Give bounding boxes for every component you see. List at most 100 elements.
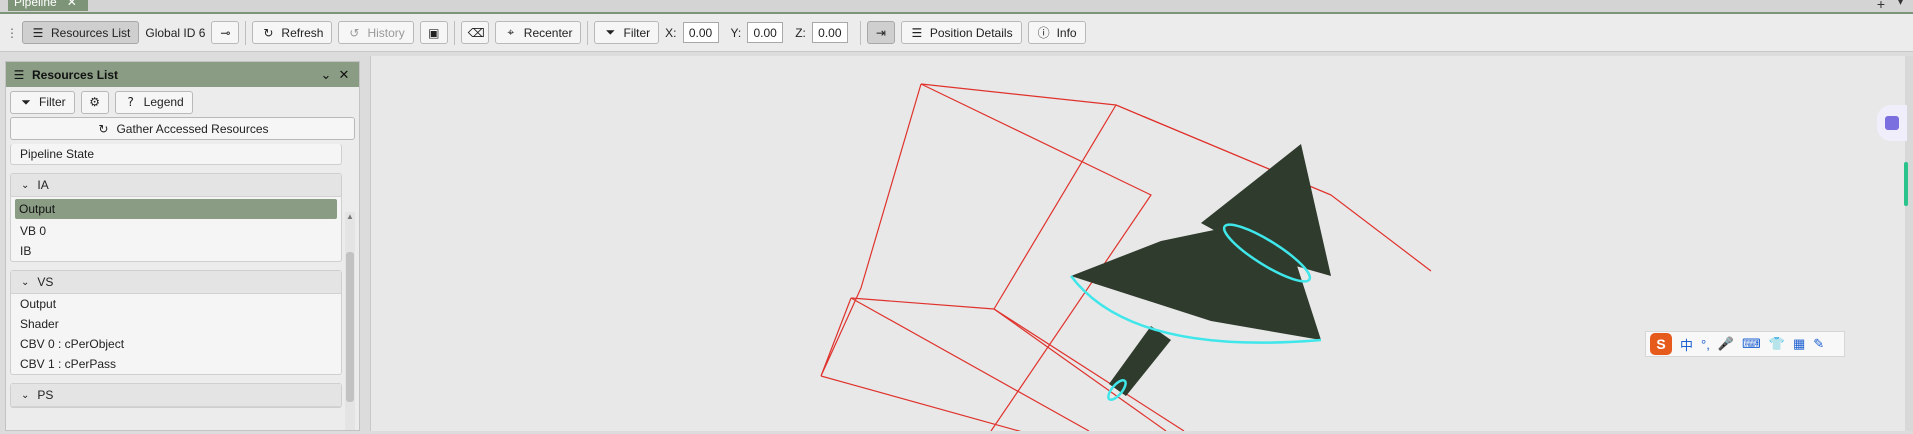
recenter-button[interactable]: ⌖ Recenter: [494, 21, 582, 44]
recenter-icon: ⌖: [507, 25, 515, 39]
assistant-icon: [1885, 116, 1899, 130]
export-icon: ⇥: [875, 25, 886, 40]
pin-button[interactable]: ⊸: [211, 21, 240, 44]
list-item[interactable]: CBV 1 : cPerPass: [11, 354, 341, 374]
recenter-label: Recenter: [523, 25, 573, 40]
side-assistant-widget[interactable]: [1877, 105, 1907, 141]
filter-icon: ⏷: [21, 94, 31, 109]
filter-label: Filter: [623, 25, 651, 40]
history-label: History: [367, 25, 405, 40]
ime-punct-icon[interactable]: °,: [1701, 337, 1710, 352]
export-button[interactable]: ⇥: [866, 21, 895, 44]
resources-list-panel: ☰ Resources List ⌄ ✕ ⏷ Filter ⚙ ? Legend…: [5, 61, 360, 431]
refresh-button[interactable]: ↻ Refresh: [252, 21, 333, 44]
chevron-down-icon: ⌄: [21, 389, 30, 401]
microphone-icon[interactable]: 🎤: [1718, 336, 1734, 352]
panel-title: Resources List: [32, 67, 119, 82]
pin-icon: ⊸: [220, 25, 231, 40]
apps-icon[interactable]: ▦: [1793, 336, 1805, 352]
group-ps: ⌄ PS: [10, 383, 342, 408]
position-details-button[interactable]: ☰ Position Details: [900, 21, 1022, 44]
ime-logo-icon[interactable]: S: [1650, 333, 1672, 355]
info-label: Info: [1056, 25, 1077, 40]
scroll-up-icon[interactable]: ▲: [345, 212, 355, 221]
cone-tree-mesh: [1070, 144, 1331, 401]
panel-tools: ⏷ Filter ⚙ ? Legend: [6, 87, 359, 117]
group-header-ps[interactable]: ⌄ PS: [11, 384, 341, 407]
gather-icon: ↻: [98, 121, 109, 136]
list-icon: ☰: [13, 67, 25, 82]
group-vs: ⌄ VS Output Shader CBV 0 : cPerObject CB…: [10, 270, 342, 375]
tool-icon[interactable]: ✎: [1813, 336, 1824, 352]
tab-strip: Pipeline ✕ + ▾: [0, 0, 1913, 14]
list-item[interactable]: Pipeline State: [11, 144, 341, 164]
separator: [587, 20, 589, 45]
tab-menu-icon[interactable]: ▾: [1898, 0, 1903, 8]
group-title: PS: [37, 388, 54, 402]
group-title: IA: [37, 178, 49, 192]
filter-icon: ⏷: [605, 25, 616, 39]
keyboard-icon[interactable]: ⌨: [1742, 336, 1761, 352]
toolbar-grip-icon[interactable]: ⋮: [6, 26, 18, 40]
pipeline-state-group: Pipeline State: [10, 144, 342, 165]
details-icon: ☰: [911, 25, 923, 40]
resources-list-label: Resources List: [51, 25, 131, 40]
refresh-label: Refresh: [281, 25, 324, 40]
tab-title: Pipeline: [14, 0, 57, 9]
close-icon[interactable]: ✕: [67, 0, 77, 9]
group-title: VS: [37, 275, 54, 289]
y-field[interactable]: 0.00: [747, 22, 784, 43]
scroll-indicator: [1904, 162, 1908, 206]
trunk: [1109, 326, 1171, 396]
group-header-ia[interactable]: ⌄ IA: [11, 174, 341, 197]
position-details-label: Position Details: [929, 25, 1013, 40]
chevron-down-icon[interactable]: ⌄: [317, 67, 335, 83]
group-header-vs[interactable]: ⌄ VS: [11, 271, 341, 294]
z-label: Z:: [795, 25, 806, 40]
gather-resources-button[interactable]: ↻ Gather Accessed Resources: [10, 117, 355, 140]
close-icon[interactable]: ✕: [335, 67, 353, 83]
panel-scrollbar[interactable]: ▲: [345, 212, 355, 430]
list-item[interactable]: CBV 0 : cPerObject: [11, 334, 341, 354]
global-id-label: Global ID 6: [145, 25, 206, 40]
gather-label: Gather Accessed Resources: [116, 121, 269, 136]
eraser-icon: ⌫: [467, 25, 485, 40]
add-tab-icon[interactable]: +: [1877, 0, 1885, 12]
resources-list-button[interactable]: ☰ Resources List: [22, 21, 140, 44]
eraser-button[interactable]: ⌫: [460, 21, 489, 44]
ime-language-icon[interactable]: 中: [1680, 335, 1693, 354]
mesh-viewport[interactable]: [370, 56, 1909, 434]
legend-label: Legend: [143, 95, 184, 109]
skin-icon[interactable]: 👕: [1769, 336, 1785, 352]
list-item[interactable]: Shader: [11, 314, 341, 334]
panel-filter-label: Filter: [39, 95, 66, 109]
panel-header: ☰ Resources List ⌄ ✕: [6, 62, 359, 87]
legend-button[interactable]: ? Legend: [114, 90, 193, 114]
z-field[interactable]: 0.00: [811, 22, 848, 43]
list-item[interactable]: IB: [11, 241, 341, 261]
chevron-down-icon: ⌄: [21, 179, 30, 191]
scrollbar-thumb[interactable]: [346, 252, 354, 402]
separator: [453, 20, 455, 45]
refresh-icon: ↻: [263, 25, 274, 40]
info-button[interactable]: ⓘ Info: [1027, 21, 1086, 44]
list-item[interactable]: VB 0: [11, 221, 341, 241]
list-item[interactable]: Output: [15, 199, 337, 219]
tab-pipeline[interactable]: Pipeline ✕: [8, 0, 88, 11]
list-item[interactable]: Output: [11, 294, 341, 314]
save-button[interactable]: ▣: [419, 21, 448, 44]
group-ia: ⌄ IA Output VB 0 IB: [10, 173, 342, 262]
resources-tree: Pipeline State ⌄ IA Output VB 0 IB ⌄ VS …: [10, 144, 342, 430]
save-icon: ▣: [428, 25, 440, 40]
ime-toolbar[interactable]: S 中 °, 🎤 ⌨ 👕 ▦ ✎: [1645, 331, 1845, 357]
mesh-scene: [820, 83, 1432, 434]
main-toolbar: ⋮ ☰ Resources List Global ID 6 ⊸ ↻ Refre…: [0, 14, 1913, 52]
filter-button[interactable]: ⏷ Filter: [594, 21, 660, 44]
settings-button[interactable]: ⚙: [80, 90, 109, 114]
x-label: X:: [665, 25, 677, 40]
x-field[interactable]: 0.00: [682, 22, 719, 43]
chevron-down-icon: ⌄: [21, 276, 30, 288]
separator: [245, 20, 247, 45]
history-button[interactable]: ↺ History: [338, 21, 414, 44]
panel-filter-button[interactable]: ⏷ Filter: [10, 90, 75, 114]
